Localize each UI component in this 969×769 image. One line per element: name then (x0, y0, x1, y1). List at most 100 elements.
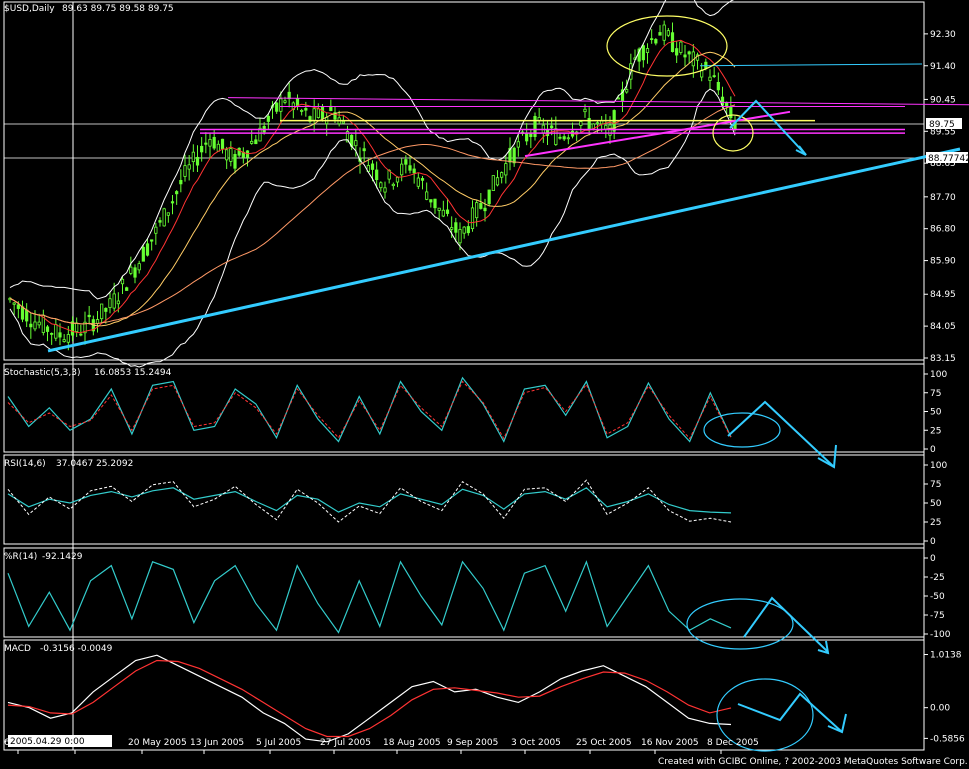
candle-body (400, 163, 404, 176)
candle-body (320, 106, 325, 120)
candle-body (170, 201, 175, 204)
candle-body (679, 41, 683, 53)
candle-body (129, 266, 133, 274)
xtick-label: 27 Jul 2005 (320, 738, 371, 748)
ytick-label: 75 (930, 480, 941, 490)
candle-body (316, 108, 320, 118)
price-label: 89.75 (929, 120, 955, 130)
candle-body (204, 142, 208, 145)
ytick-label: 50 (930, 408, 942, 418)
candle-body (458, 229, 462, 244)
xtick-label: 8 Dec 2005 (707, 738, 759, 748)
candle-body (462, 226, 466, 234)
candle-body (295, 98, 300, 107)
candle-body (212, 136, 216, 149)
candle-body (362, 148, 366, 152)
candle-body (500, 172, 504, 178)
ytick-label: 100 (930, 370, 947, 380)
main-ohlc: 89.63 89.75 89.58 89.75 (62, 4, 174, 14)
xtick-label: 18 Aug 2005 (383, 738, 441, 748)
candle-body (133, 267, 137, 278)
footer-credit: Created with GCIBC Online, ? 2002-2003 M… (658, 757, 968, 767)
bollinger-lower (9, 88, 736, 368)
candle-body (12, 302, 16, 305)
candle-body (154, 226, 158, 234)
candle-body (225, 149, 229, 161)
candle-body (20, 306, 25, 320)
candle-body (420, 178, 425, 181)
stoch-values: 16.0853 15.2494 (94, 368, 172, 378)
chart-window: 92.30 91.40 90.45 89.55 88.65 87.70 86.80 85.90… (0, 0, 969, 769)
ytick-label: 87.70 (930, 193, 956, 203)
candle-body (391, 183, 395, 187)
ytick-label: 92.30 (930, 30, 956, 40)
candle-body (87, 314, 91, 318)
stoch-arrow (727, 400, 834, 467)
candle-body (479, 203, 483, 209)
ytick-label: 85.90 (930, 257, 956, 267)
candle-body (62, 339, 66, 342)
ytick-label: 0.00 (930, 704, 950, 714)
candle-body (116, 300, 120, 305)
xtick-label: 3 Oct 2005 (511, 738, 561, 748)
macd-title: MACD (4, 644, 31, 654)
candle-body (125, 287, 129, 291)
candle-body (283, 100, 287, 103)
candle-body (66, 334, 70, 343)
xtick-label: 16 Nov 2005 (641, 738, 699, 748)
ytick-label: 0 (930, 554, 936, 564)
candle-body (562, 136, 566, 140)
series-3-0 (7, 560, 732, 634)
candle-body (666, 30, 670, 36)
candle-body (191, 151, 195, 163)
candle-body (525, 132, 529, 142)
candle-body (595, 122, 600, 125)
candle-body (187, 164, 191, 170)
candle-body (45, 326, 50, 332)
price-panel[interactable] (8, 0, 969, 368)
candle-body (433, 198, 437, 209)
candle-body (220, 138, 225, 150)
ytick-label: 90.45 (930, 95, 956, 105)
candle-body (375, 169, 379, 181)
crosshair-date-label: 2005.04.29 0:00 (10, 737, 85, 747)
candle-body (200, 145, 204, 153)
candle-body (287, 91, 291, 100)
candle-body (75, 322, 79, 332)
candle-body (29, 323, 33, 328)
candle-body (233, 153, 237, 169)
candle-body (33, 321, 37, 330)
candle-body (37, 321, 41, 326)
xtick-label: 5 Jul 2005 (256, 738, 301, 748)
candle-body (725, 102, 729, 107)
candle-body (383, 187, 387, 193)
ytick-label: 0 (930, 445, 936, 455)
series-4-1 (7, 659, 732, 738)
candle-body (208, 138, 212, 147)
wr-values: -92.1429 (42, 552, 83, 562)
candle-body (475, 202, 479, 219)
indicator-panels[interactable] (7, 376, 847, 752)
candle-body (237, 147, 241, 156)
candle-body (512, 147, 516, 164)
candle-body (529, 133, 533, 138)
candle-body (412, 168, 416, 174)
xtick-label: 25 Oct 2005 (576, 738, 632, 748)
ytick-label: -100 (930, 630, 951, 640)
candle-body (145, 243, 150, 256)
candle-body (120, 278, 125, 285)
panel-frame (3, 454, 925, 545)
candle-body (504, 163, 508, 176)
candle-body (516, 141, 520, 148)
candle-body (395, 177, 400, 183)
candle-body (729, 106, 733, 119)
ytick-label: 0 (930, 537, 936, 547)
candle-body (454, 222, 458, 233)
ytick-label: 83.15 (930, 354, 956, 364)
xtick-label: 9 Sep 2005 (447, 738, 498, 748)
candle-body (79, 333, 83, 336)
candle-body (583, 108, 587, 113)
panel-frame (3, 639, 925, 751)
candle-body (425, 191, 429, 200)
wr-title: %R(14) (4, 552, 37, 562)
